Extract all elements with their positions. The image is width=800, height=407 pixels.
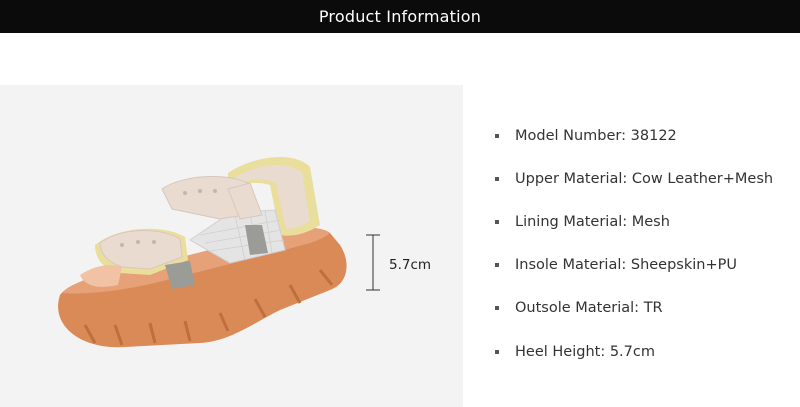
- section-header: Product Information: [0, 0, 800, 33]
- spec-label: Upper Material:: [515, 170, 628, 187]
- spec-item-model: Model Number: 38122: [495, 114, 795, 157]
- spec-item-upper: Upper Material: Cow Leather+Mesh: [495, 157, 795, 200]
- spec-value: 38122: [630, 127, 677, 144]
- spec-value: TR: [643, 300, 663, 317]
- bullet-icon: [495, 176, 499, 181]
- spec-value: Mesh: [631, 213, 670, 230]
- heel-height-indicator: [366, 234, 380, 291]
- spec-item-heel-height: Heel Height: 5.7cm: [495, 330, 795, 373]
- section-title: Product Information: [318, 7, 482, 26]
- spec-item-lining: Lining Material: Mesh: [495, 200, 795, 243]
- bullet-icon: [495, 349, 499, 354]
- spec-label: Lining Material:: [515, 213, 628, 230]
- spec-value: Cow Leather+Mesh: [631, 170, 774, 187]
- spec-list: Model Number: 38122 Upper Material: Cow …: [495, 114, 795, 373]
- product-photo: [0, 85, 463, 407]
- spec-label: Outsole Material:: [515, 300, 640, 317]
- spec-label: Insole Material:: [515, 257, 627, 274]
- bullet-icon: [495, 133, 499, 138]
- sport-sandal-icon: [58, 156, 380, 348]
- spec-value: 5.7cm: [609, 343, 655, 360]
- spec-value: Sheepskin+PU: [630, 257, 737, 274]
- heel-height-label: 5.7cm: [389, 257, 432, 273]
- spec-item-insole: Insole Material: Sheepskin+PU: [495, 244, 795, 287]
- bullet-icon: [495, 219, 499, 224]
- spec-item-outsole: Outsole Material: TR: [495, 287, 795, 330]
- spec-label: Model Number:: [515, 127, 627, 144]
- bullet-icon: [495, 263, 499, 268]
- bullet-icon: [495, 306, 499, 311]
- spec-label: Heel Height:: [515, 343, 606, 360]
